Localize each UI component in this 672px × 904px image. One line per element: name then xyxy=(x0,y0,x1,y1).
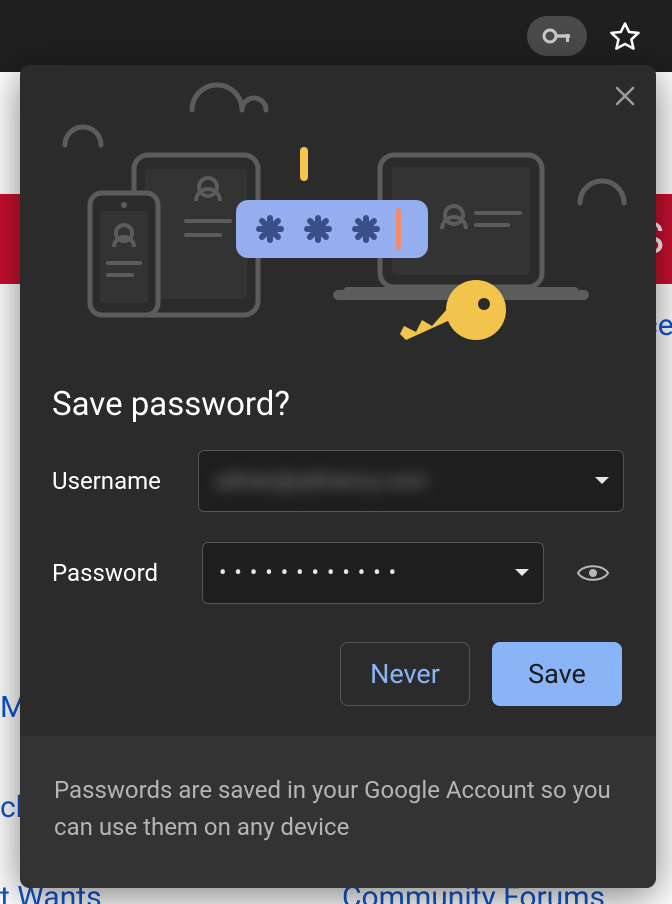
username-row: Username adrian@adriancy.com xyxy=(52,450,624,512)
never-button[interactable]: Never xyxy=(340,642,470,706)
popup-footer-text: Passwords are saved in your Google Accou… xyxy=(54,776,611,841)
password-label: Password xyxy=(52,559,202,587)
password-value-dots: •••••••••••• xyxy=(219,561,404,586)
key-icon xyxy=(542,26,572,46)
eye-icon xyxy=(576,562,610,584)
chevron-down-icon xyxy=(514,568,530,578)
popup-footer: Passwords are saved in your Google Accou… xyxy=(20,736,656,888)
reveal-password-button[interactable] xyxy=(568,562,618,584)
username-label: Username xyxy=(52,467,198,495)
never-button-label: Never xyxy=(370,658,440,690)
save-password-popup: Save password? Username adrian@adriancy.… xyxy=(20,65,656,888)
password-key-pill[interactable] xyxy=(527,16,587,56)
save-button[interactable]: Save xyxy=(492,642,622,706)
hero-illustration xyxy=(20,65,656,355)
password-field[interactable]: •••••••••••• xyxy=(202,542,544,604)
save-button-label: Save xyxy=(528,658,586,690)
star-outline-icon xyxy=(608,20,642,54)
popup-title: Save password? xyxy=(52,385,624,424)
password-row: Password •••••••••••• xyxy=(52,542,624,604)
popup-content: Save password? Username adrian@adriancy.… xyxy=(20,355,656,642)
popup-buttons: Never Save xyxy=(20,642,656,736)
username-field[interactable]: adrian@adriancy.com xyxy=(198,450,624,512)
username-value-masked: adrian@adriancy.com xyxy=(215,469,427,494)
bookmark-star[interactable] xyxy=(600,12,650,62)
chevron-down-icon xyxy=(594,476,610,486)
